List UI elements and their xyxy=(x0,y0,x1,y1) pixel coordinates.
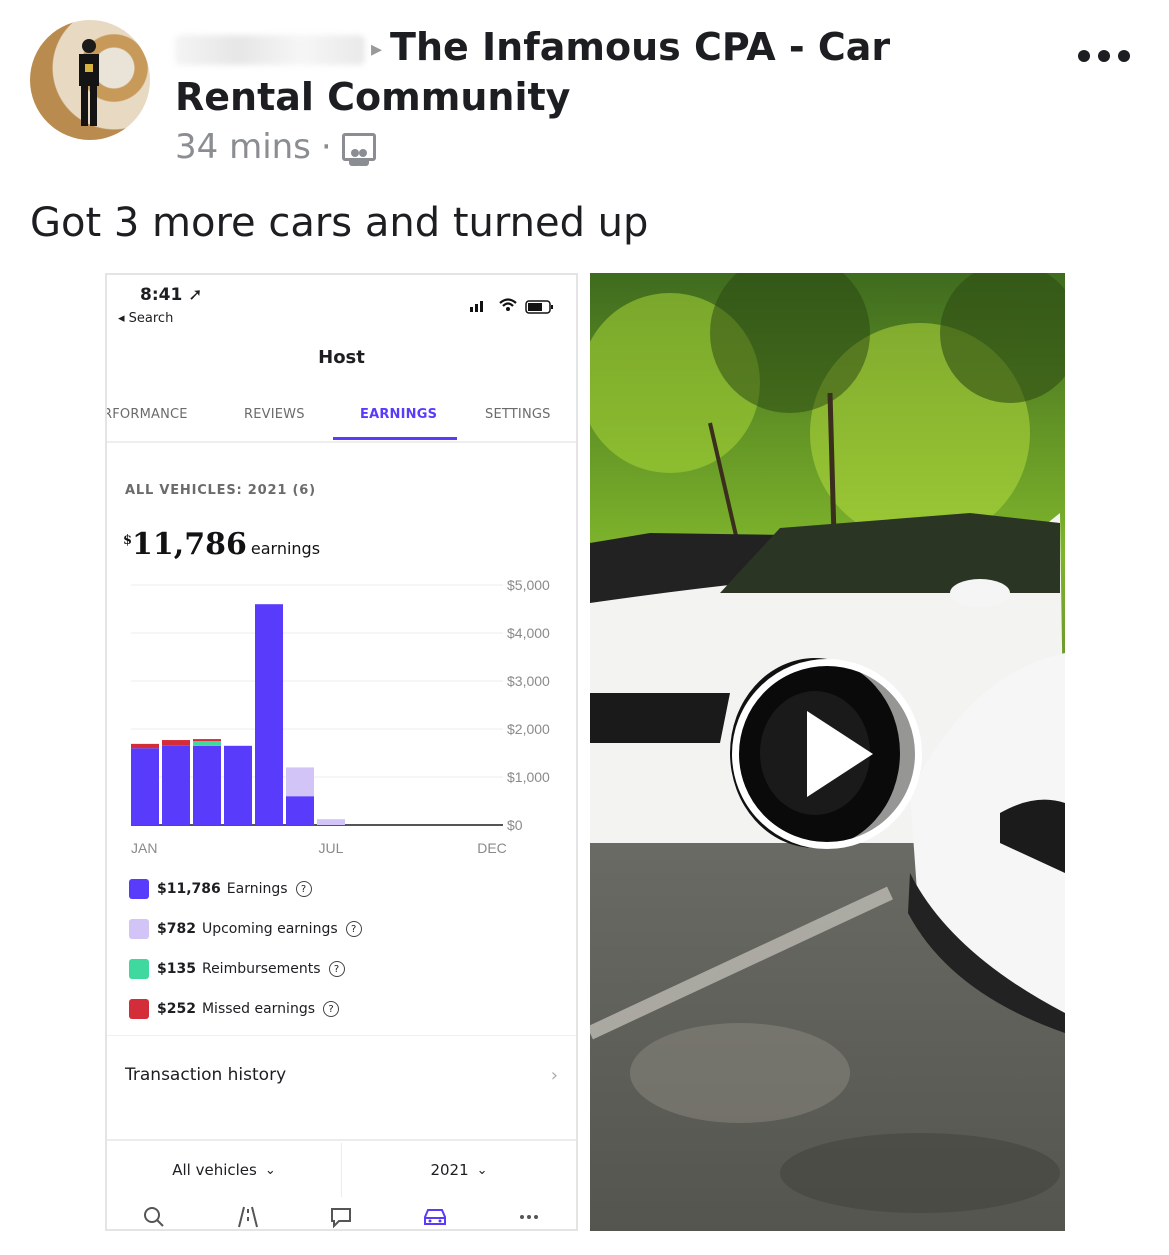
x-tick-label: JAN xyxy=(131,840,157,856)
legend-earnings: $11,786 Earnings ? xyxy=(129,869,362,909)
year-filter-dropdown[interactable]: 2021 ⌄ xyxy=(341,1143,576,1197)
help-icon[interactable]: ? xyxy=(328,961,345,977)
bar-missed-earnings xyxy=(131,743,159,749)
chevron-right-icon: › xyxy=(550,1064,558,1086)
person-figure xyxy=(79,39,99,126)
car-icon[interactable] xyxy=(421,1203,449,1229)
legend-swatch xyxy=(129,999,149,1019)
active-tab-indicator xyxy=(333,437,457,440)
group-name[interactable]: The Infamous CPA - Car xyxy=(390,25,890,69)
chart-legend: $11,786 Earnings ? $782 Upcoming earning… xyxy=(129,869,362,1029)
bar-earnings xyxy=(162,745,190,825)
back-to-search: ◂ Search xyxy=(118,311,174,326)
chevron-down-icon: ⌄ xyxy=(476,1162,488,1178)
bar-missed-earnings xyxy=(193,739,221,741)
vehicles-label: ALL VEHICLES: 2021 (6) xyxy=(125,483,316,498)
status-icons xyxy=(470,298,553,314)
legend-reimbursements: $135 Reimbursements ? xyxy=(129,949,362,989)
location-arrow-icon: ➚ xyxy=(188,285,203,305)
more-options-button[interactable] xyxy=(1078,46,1130,66)
screen-title: Host xyxy=(318,347,365,368)
road-icon[interactable] xyxy=(234,1203,262,1229)
y-tick-label: $1,000 xyxy=(507,769,550,785)
divider xyxy=(107,1111,576,1141)
transaction-history-row[interactable]: Transaction history › xyxy=(107,1045,576,1105)
meta-separator: · xyxy=(320,127,332,167)
y-tick-label: $2,000 xyxy=(507,721,550,737)
divider xyxy=(107,1035,576,1036)
play-icon xyxy=(807,711,873,797)
y-tick-label: $3,000 xyxy=(507,673,550,689)
legend-missed: $252 Missed earnings ? xyxy=(129,989,362,1029)
tab-earnings[interactable]: EARNINGS xyxy=(360,407,437,422)
y-tick-label: $0 xyxy=(507,817,523,833)
more-icon[interactable] xyxy=(515,1203,543,1229)
legend-upcoming: $782 Upcoming earnings ? xyxy=(129,909,362,949)
group-icon xyxy=(341,133,376,166)
y-tick-label: $5,000 xyxy=(507,577,550,593)
arrow-icon: ▸ xyxy=(371,36,383,62)
bar-earnings xyxy=(224,745,252,825)
chat-icon[interactable] xyxy=(327,1203,355,1229)
vehicle-filter-dropdown[interactable]: All vehicles ⌄ xyxy=(107,1143,341,1197)
tab-reviews[interactable]: REVIEWS xyxy=(244,407,305,422)
y-tick-label: $4,000 xyxy=(507,625,550,641)
legend-swatch xyxy=(129,879,149,899)
blurred-author-name[interactable] xyxy=(175,34,365,65)
legend-swatch xyxy=(129,919,149,939)
earnings-chart: $0 $1,000 $2,000 $3,000 $4,000 $5,000 JAN JUL DE… xyxy=(131,577,550,856)
bar-upcoming-earnings xyxy=(317,819,345,825)
avatar[interactable] xyxy=(30,20,150,140)
legend-swatch xyxy=(129,959,149,979)
x-tick-label: JUL xyxy=(319,840,344,856)
bar-earnings xyxy=(193,745,221,825)
chevron-down-icon: ⌄ xyxy=(264,1162,276,1178)
video-thumbnail[interactable] xyxy=(590,273,1065,1231)
bar-earnings xyxy=(286,796,314,825)
help-icon[interactable]: ? xyxy=(295,881,312,897)
transaction-history-label: Transaction history xyxy=(125,1065,287,1085)
bar-missed-earnings xyxy=(162,740,190,746)
post-timestamp[interactable]: 34 mins xyxy=(175,126,311,168)
tab-bar: RFORMANCE REVIEWS EARNINGS SETTINGS xyxy=(107,399,576,443)
bar-reimbursements xyxy=(193,741,221,746)
help-icon[interactable]: ? xyxy=(323,1001,339,1017)
post-author-line: ▸ The Infamous CPA - Car xyxy=(175,24,890,73)
bar-earnings xyxy=(131,748,159,825)
tab-performance[interactable]: RFORMANCE xyxy=(107,407,188,422)
filter-bar: All vehicles ⌄ 2021 ⌄ xyxy=(107,1143,576,1197)
earnings-total: $11,786 earnings xyxy=(123,527,321,562)
post-meta: 34 mins · xyxy=(175,126,376,168)
tab-settings[interactable]: SETTINGS xyxy=(485,407,551,422)
bottom-nav xyxy=(107,1201,576,1229)
help-icon[interactable]: ? xyxy=(345,921,362,937)
bar-upcoming-earnings xyxy=(286,767,314,797)
earnings-screenshot[interactable]: 8:41 ➚ ◂ Search Host RFORMANCE REVIEWS E… xyxy=(105,273,578,1231)
play-button[interactable] xyxy=(732,659,922,849)
group-name-continued[interactable]: Rental Community xyxy=(175,74,570,120)
x-tick-label: DEC xyxy=(477,840,507,856)
status-time: 8:41 ➚ xyxy=(140,285,203,305)
bar-earnings xyxy=(255,604,283,825)
more-horizontal-icon xyxy=(1078,50,1090,62)
search-icon[interactable] xyxy=(140,1203,168,1229)
post-text: Got 3 more cars and turned up xyxy=(30,200,649,246)
